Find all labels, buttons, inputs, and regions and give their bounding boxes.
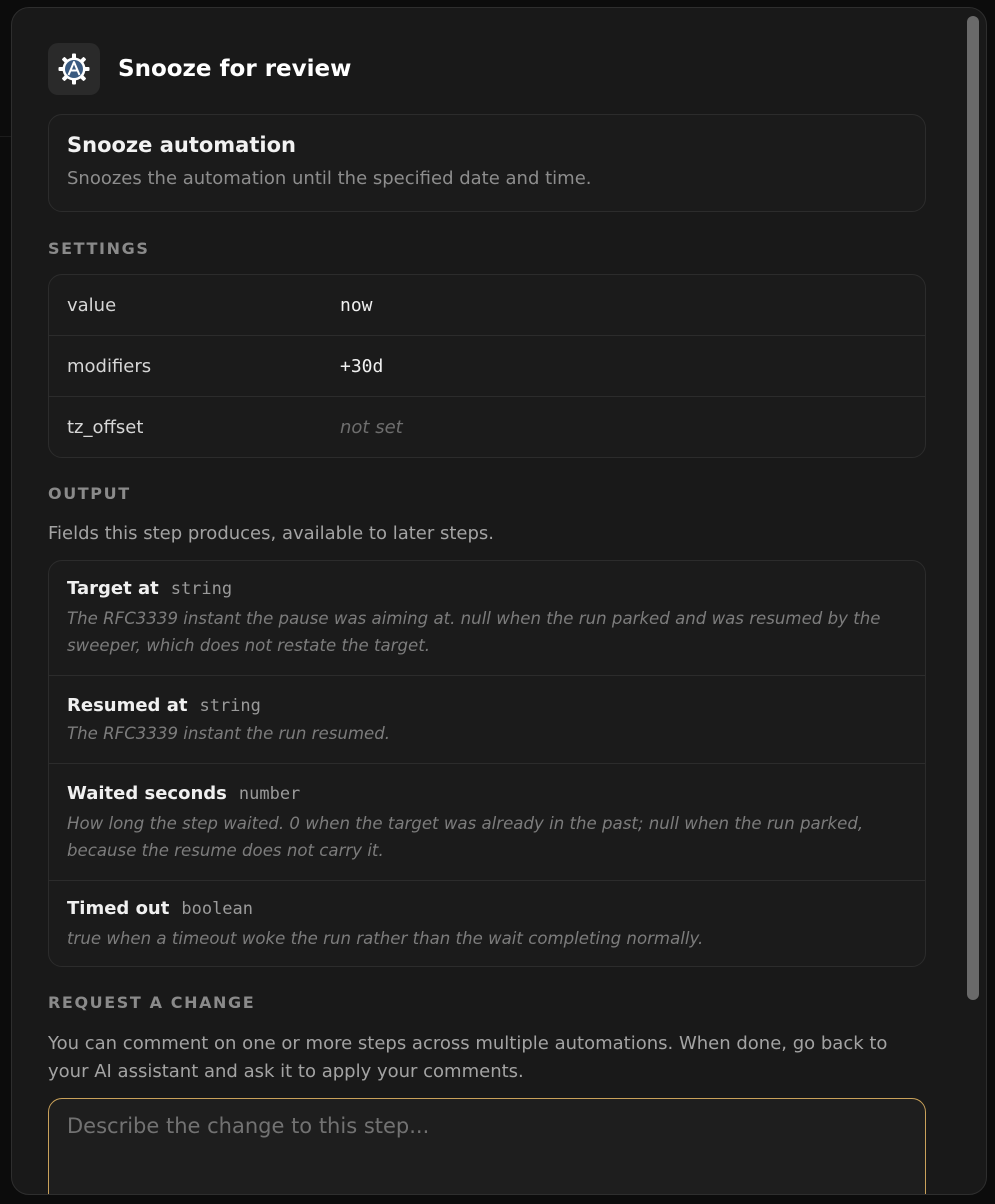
setting-row: tz_offset not set <box>49 396 925 457</box>
setting-row: value now <box>49 275 925 335</box>
output-field: Target at string The RFC3339 instant the… <box>49 561 925 675</box>
scrollbar[interactable] <box>967 14 980 1000</box>
output-field-type: string <box>199 696 261 716</box>
output-field-name: Target at <box>67 578 159 599</box>
output-field-description: true when a timeout woke the run rather … <box>67 929 704 948</box>
output-field: Waited seconds number How long the step … <box>49 763 925 880</box>
output-field-description: The RFC3339 instant the run resumed. <box>67 724 391 743</box>
change-request-input[interactable] <box>48 1098 926 1194</box>
settings-heading: SETTINGS <box>48 239 150 258</box>
setting-value: now <box>340 294 373 316</box>
output-field-description: The RFC3339 instant the pause was aiming… <box>67 609 881 655</box>
output-field-name: Resumed at <box>67 695 188 716</box>
request-change-description: You can comment on one or more steps acr… <box>48 1033 888 1082</box>
output-field-name: Waited seconds <box>67 783 227 804</box>
request-change-heading: REQUEST A CHANGE <box>48 993 256 1012</box>
action-description: Snoozes the automation until the specifi… <box>67 168 592 189</box>
setting-row: modifiers +30d <box>49 335 925 396</box>
output-field-type: number <box>238 784 301 804</box>
output-heading: OUTPUT <box>48 484 131 503</box>
output-field-name: Timed out <box>67 898 170 919</box>
panel-header: Snooze for review <box>48 42 926 96</box>
output-fields-list: Target at string The RFC3339 instant the… <box>48 560 926 967</box>
setting-key: modifiers <box>67 355 152 377</box>
panel-content: Snooze for review Snooze automation Snoo… <box>48 42 926 1194</box>
output-field-type: string <box>170 579 233 599</box>
setting-key: tz_offset <box>67 416 144 438</box>
automation-gear-icon <box>48 43 100 95</box>
action-title: Snooze automation <box>67 133 296 157</box>
output-field: Timed out boolean true when a timeout wo… <box>49 880 925 966</box>
settings-table: value now modifiers +30d tz_offset not s… <box>48 274 926 458</box>
setting-value-unset: not set <box>340 416 403 438</box>
step-detail-panel: Snooze for review Snooze automation Snoo… <box>11 7 987 1195</box>
output-field-type: boolean <box>181 899 254 919</box>
output-field: Resumed at string The RFC3339 instant th… <box>49 675 925 763</box>
output-description: Fields this step produces, available to … <box>48 523 495 544</box>
setting-value: +30d <box>340 355 384 377</box>
page-title: Snooze for review <box>118 56 352 82</box>
setting-key: value <box>67 294 117 316</box>
output-field-description: How long the step waited. 0 when the tar… <box>67 814 864 860</box>
scrollbar-thumb[interactable] <box>967 16 979 1000</box>
action-card: Snooze automation Snoozes the automation… <box>48 114 926 212</box>
